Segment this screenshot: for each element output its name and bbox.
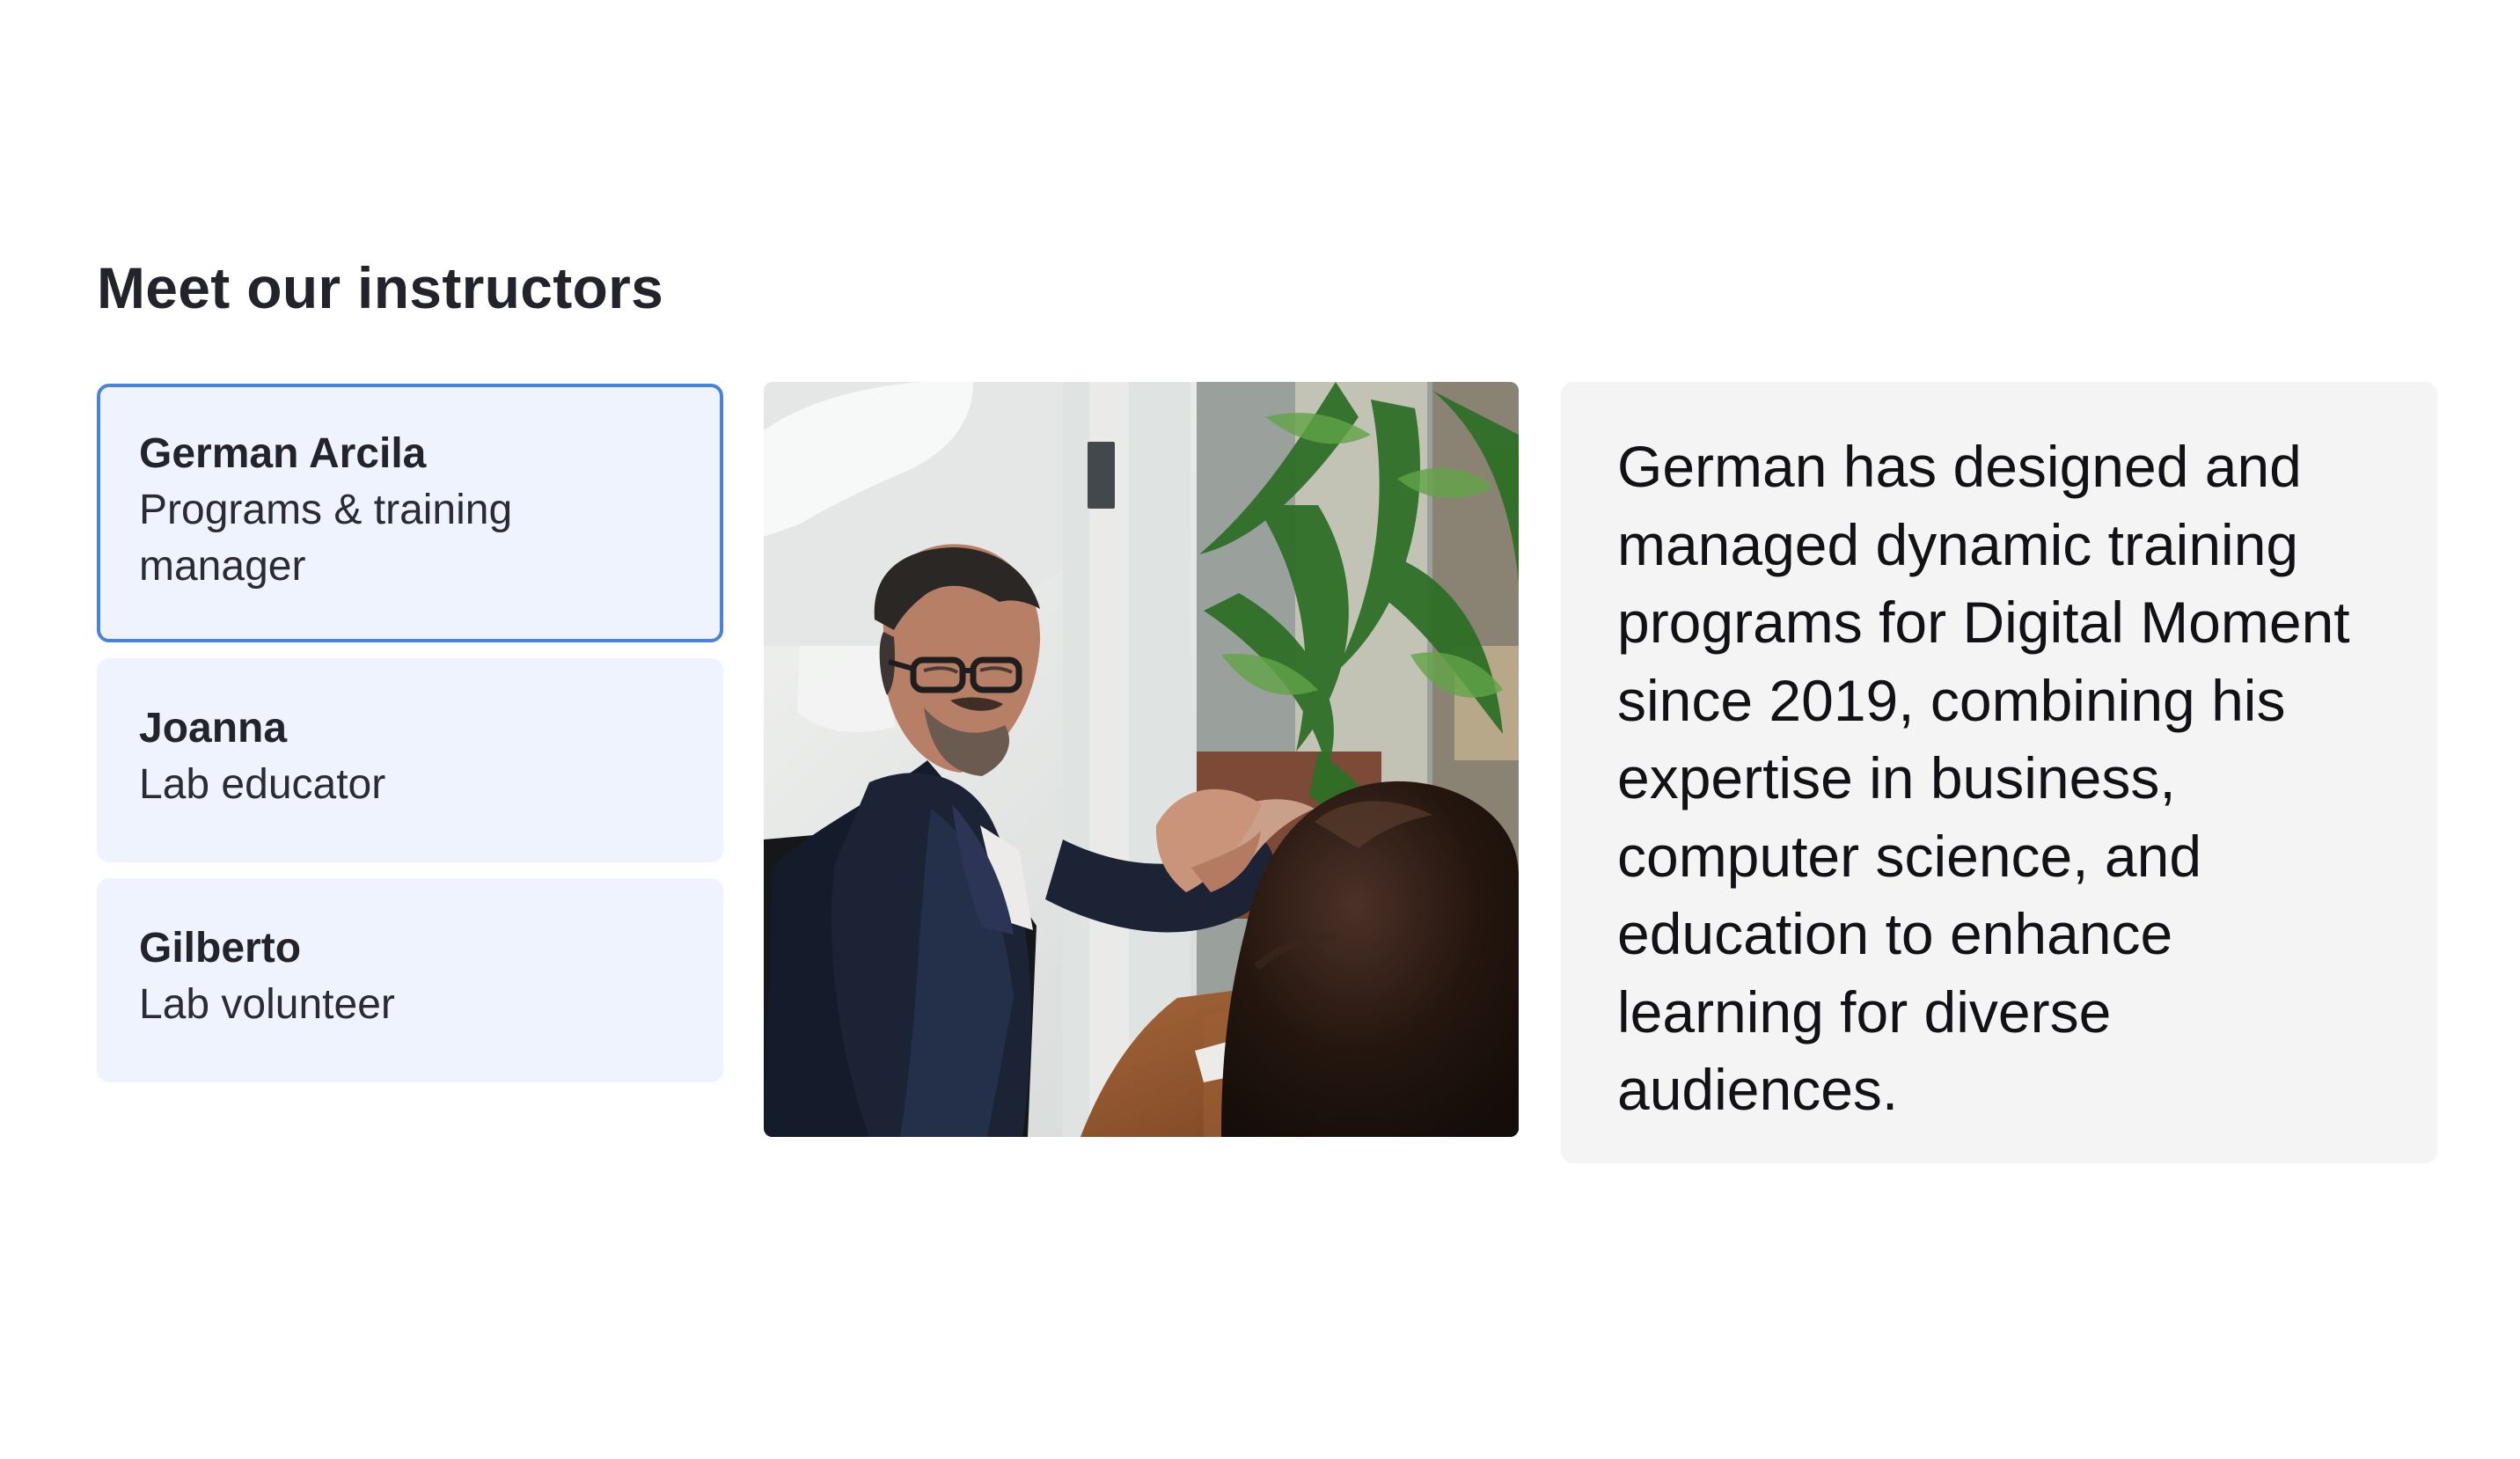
- instructor-name: Gilberto: [139, 925, 302, 971]
- section-title: Meet our instructors: [97, 255, 664, 320]
- instructor-name: Joanna: [139, 705, 288, 751]
- instructor-card-gilberto[interactable]: Gilberto Lab volunteer: [97, 878, 723, 1082]
- instructor-name: German Arcila: [139, 430, 427, 477]
- instructor-bio-panel: German has designed and managed dynamic …: [1561, 382, 2437, 1163]
- instructor-role: Lab volunteer: [139, 981, 395, 1028]
- instructor-card-joanna[interactable]: Joanna Lab educator: [97, 658, 723, 862]
- instructors-page: Meet our instructors German Arcila Progr…: [0, 0, 2520, 1459]
- instructor-bio-text: German has designed and managed dynamic …: [1617, 434, 2350, 1122]
- instructor-card-german-arcila[interactable]: German Arcila Programs & training manage…: [97, 384, 723, 642]
- instructor-role: Programs & training manager: [139, 487, 513, 590]
- instructor-list: German Arcila Programs & training manage…: [97, 384, 723, 1082]
- instructor-photo: [764, 382, 1519, 1137]
- instructor-role: Lab educator: [139, 761, 386, 808]
